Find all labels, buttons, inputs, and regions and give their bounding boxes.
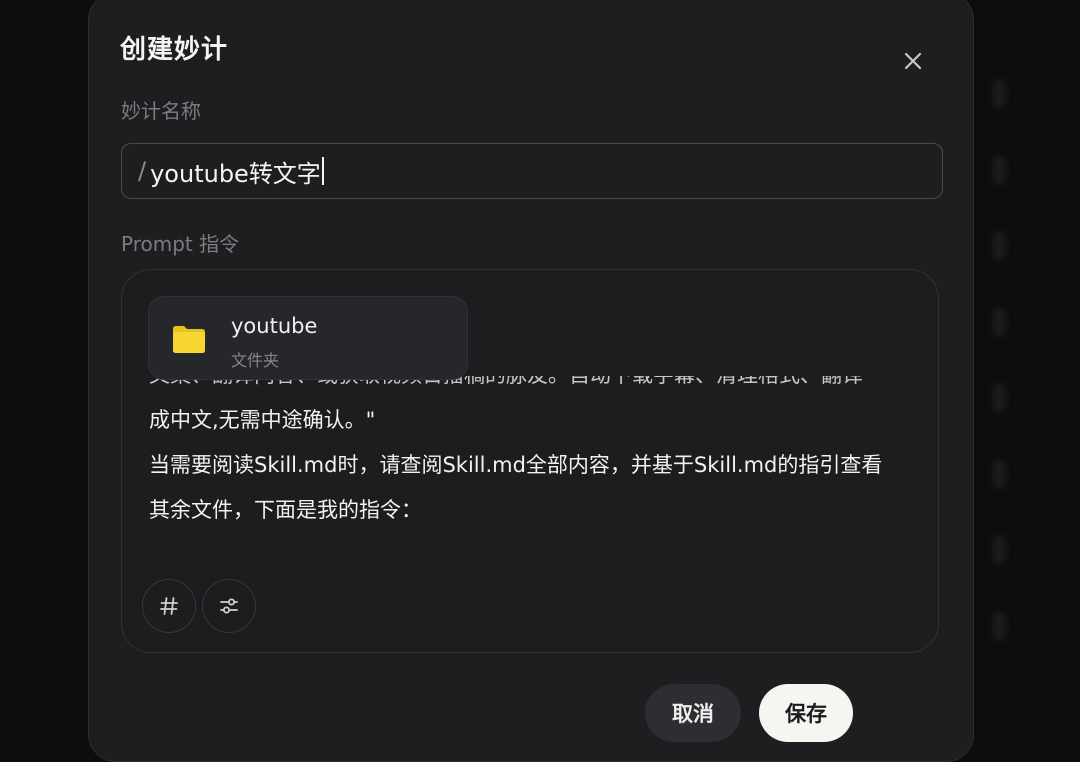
sliders-icon	[220, 598, 238, 614]
create-skill-dialog: 创建妙计 妙计名称 / youtube转文字 Prompt 指令 youtube…	[88, 0, 974, 762]
name-field-label: 妙计名称	[121, 99, 201, 123]
prompt-editor[interactable]: youtube 文件夹 文案、翻译内容、或获取视频日播稿的脉友。自动下载字幕、清…	[121, 269, 939, 653]
prompt-line: 成中文,无需中途确认。"	[149, 408, 376, 432]
attachment-chip[interactable]: youtube 文件夹	[148, 296, 468, 380]
slash-prefix: /	[138, 157, 147, 185]
insert-tag-button[interactable]	[142, 579, 196, 633]
background-dot	[992, 156, 1006, 184]
save-button[interactable]: 保存	[759, 684, 853, 742]
prompt-text[interactable]: 文案、翻译内容、或获取视频日播稿的脉友。自动下载字幕、清理格式、翻译 成中文,无…	[149, 376, 909, 536]
prompt-field-label: Prompt 指令	[121, 232, 240, 256]
background-dot	[992, 232, 1006, 260]
cancel-button[interactable]: 取消	[645, 684, 741, 742]
skill-name-value: youtube转文字	[150, 159, 321, 188]
background-list-dots	[990, 80, 1010, 660]
skill-name-input[interactable]: / youtube转文字	[121, 143, 943, 199]
background-dot	[992, 536, 1006, 564]
settings-button[interactable]	[202, 579, 256, 633]
background-dot	[992, 612, 1006, 640]
dialog-title: 创建妙计	[120, 35, 229, 65]
background-dot	[992, 308, 1006, 336]
background-dot	[992, 384, 1006, 412]
prompt-line: 当需要阅读Skill.md时，请查阅Skill.md全部内容，并基于Skill.…	[149, 453, 883, 477]
text-caret	[321, 157, 324, 185]
close-button[interactable]	[899, 47, 927, 75]
attachment-type: 文件夹	[231, 351, 280, 370]
hash-icon	[160, 597, 178, 615]
folder-icon	[173, 326, 205, 353]
background-dot	[992, 460, 1006, 488]
close-icon	[904, 52, 922, 70]
attachment-name: youtube	[231, 314, 318, 338]
prompt-line: 其余文件，下面是我的指令：	[149, 498, 422, 522]
background-dot	[992, 80, 1006, 108]
